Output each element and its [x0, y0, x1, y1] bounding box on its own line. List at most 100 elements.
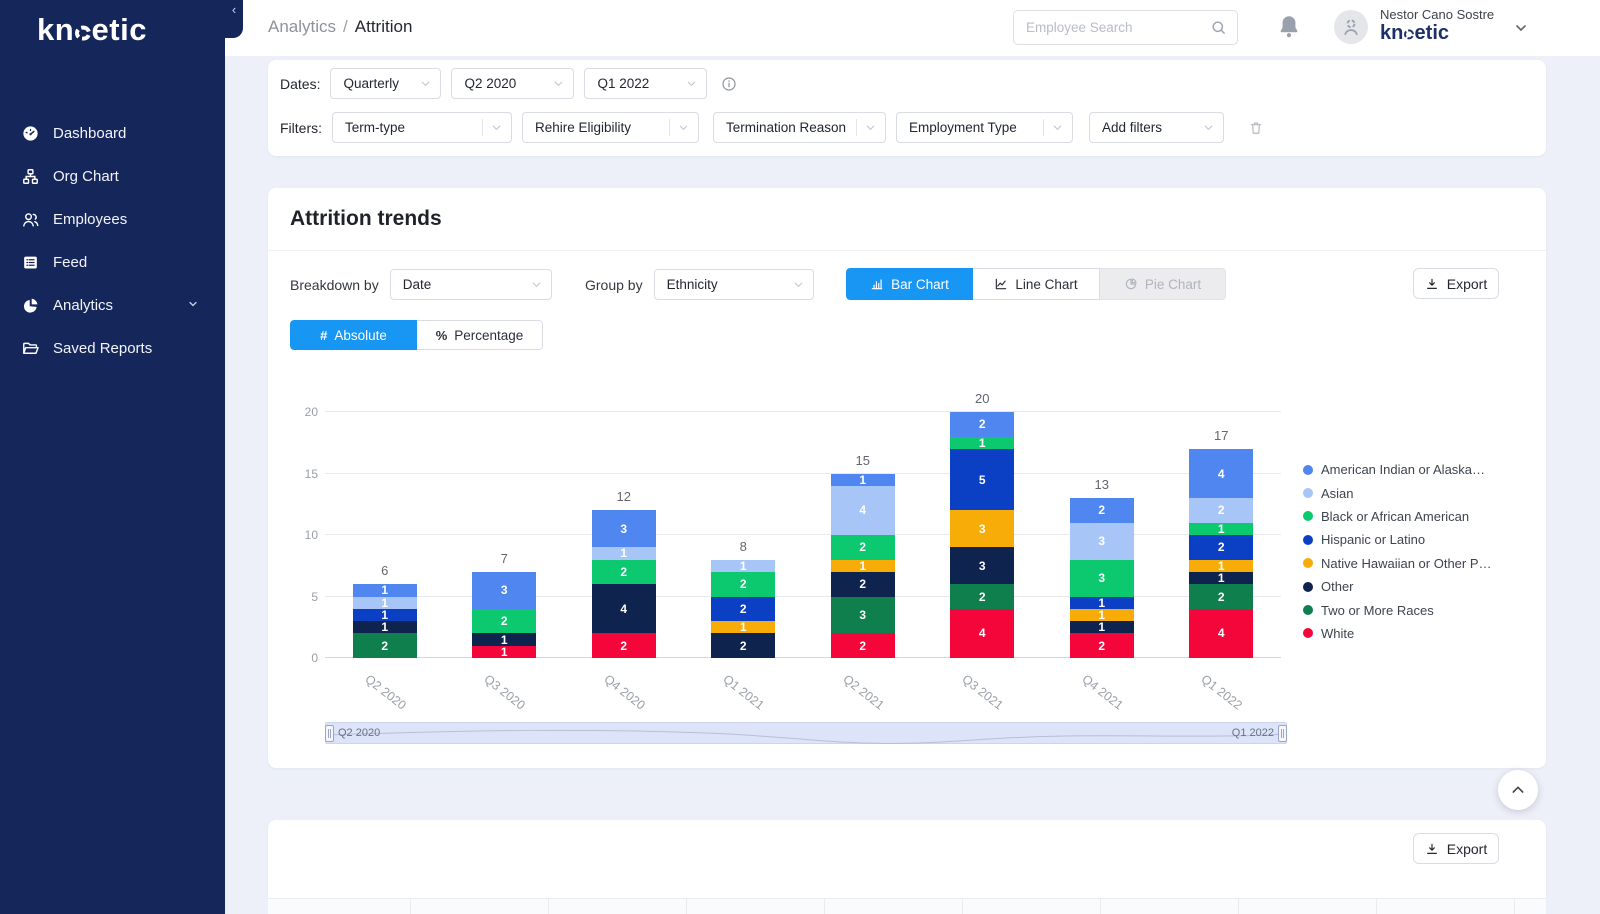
legend-item[interactable]: Black or African American	[1303, 505, 1492, 528]
user-menu[interactable]: Nestor Cano Sostre knetic	[1380, 7, 1494, 44]
sidebar-item-analytics[interactable]: Analytics	[0, 284, 225, 327]
bar-segment[interactable]: 2	[711, 572, 775, 597]
stacked-bar[interactable]: 24213	[592, 510, 656, 658]
bar-segment[interactable]: 2	[831, 572, 895, 597]
bar-segment[interactable]: 2	[831, 535, 895, 560]
legend-item[interactable]: American Indian or Alaska…	[1303, 458, 1492, 481]
sidebar-collapse-button[interactable]: ‹	[225, 0, 243, 38]
y-axis-tick: 5	[311, 590, 318, 604]
legend-item[interactable]: Native Hawaiian or Other P…	[1303, 552, 1492, 575]
bar-segment[interactable]: 5	[950, 449, 1014, 511]
bar-segment[interactable]: 2	[1189, 498, 1253, 523]
avatar[interactable]	[1334, 10, 1368, 44]
bar-segment[interactable]: 1	[472, 646, 536, 658]
legend-item[interactable]: White	[1303, 622, 1492, 645]
bar-segment[interactable]: 1	[831, 474, 895, 486]
bar-segment[interactable]: 1	[831, 560, 895, 572]
bar-segment[interactable]: 1	[1070, 621, 1134, 633]
sidebar-item-saved-reports[interactable]: Saved Reports	[0, 327, 225, 370]
legend-item[interactable]: Other	[1303, 575, 1492, 598]
bar-segment[interactable]: 2	[592, 633, 656, 658]
sidebar-item-org-chart[interactable]: Org Chart	[0, 155, 225, 198]
bar-segment[interactable]: 4	[1189, 449, 1253, 498]
bar-segment[interactable]: 3	[472, 572, 536, 609]
bar-total-label: 15	[831, 453, 895, 468]
logo-o-icon	[75, 25, 91, 41]
export-icon	[1425, 842, 1439, 856]
pie-icon	[21, 296, 40, 315]
notifications-button[interactable]	[1275, 13, 1303, 43]
bar-segment[interactable]: 2	[1070, 498, 1134, 523]
stacked-bar[interactable]: 21221	[711, 560, 775, 658]
bar-segment[interactable]: 2	[711, 597, 775, 622]
bar-segment[interactable]: 4	[1189, 609, 1253, 658]
bar-segment[interactable]: 2	[472, 609, 536, 634]
bar-segment[interactable]: 2	[711, 633, 775, 658]
employee-search[interactable]	[1013, 10, 1238, 45]
bar-segment[interactable]: 1	[1070, 597, 1134, 609]
bar-segment[interactable]: 1	[950, 437, 1014, 449]
bar-segment[interactable]: 1	[353, 621, 417, 633]
export-button-bottom[interactable]: Export	[1413, 833, 1499, 864]
sidebar-item-label: Feed	[53, 254, 87, 271]
bar-segment[interactable]: 4	[592, 584, 656, 633]
bar-segment[interactable]: 2	[1189, 584, 1253, 609]
legend-item[interactable]: Asian	[1303, 481, 1492, 504]
sidebar-item-dashboard[interactable]: Dashboard	[0, 112, 225, 155]
bar-segment[interactable]: 1	[711, 621, 775, 633]
sidebar-item-employees[interactable]: Employees	[0, 198, 225, 241]
navigator-right-handle[interactable]	[1278, 725, 1287, 742]
legend-label: Black or African American	[1321, 509, 1469, 524]
stacked-bar[interactable]: 4233512	[950, 412, 1014, 658]
table-header-cell	[1515, 899, 1546, 914]
stacked-bar[interactable]: 2111332	[1070, 498, 1134, 658]
bar-segment[interactable]: 1	[353, 597, 417, 609]
bar-segment[interactable]: 1	[353, 609, 417, 621]
bar-segment[interactable]: 1	[1189, 523, 1253, 535]
stacked-bar[interactable]: 1123	[472, 572, 536, 658]
bar-segment[interactable]: 1	[353, 584, 417, 596]
sidebar-item-label: Analytics	[53, 297, 113, 314]
export-button[interactable]: Export	[1413, 268, 1499, 299]
breadcrumb-analytics[interactable]: Analytics	[268, 17, 336, 36]
navigator-to-label: Q1 2022	[1232, 727, 1274, 739]
table-header-cell	[687, 899, 825, 914]
bar-segment[interactable]: 2	[1070, 633, 1134, 658]
bar-segment[interactable]: 3	[831, 597, 895, 634]
bar-segment[interactable]: 2	[592, 560, 656, 585]
bar-segment[interactable]: 1	[592, 547, 656, 559]
bar-segment[interactable]: 4	[950, 609, 1014, 658]
stacked-bar[interactable]: 2321241	[831, 474, 895, 658]
bar-segment[interactable]: 3	[950, 510, 1014, 547]
range-navigator[interactable]: Q2 2020 Q1 2022	[325, 722, 1287, 744]
bar-total-label: 8	[711, 539, 775, 554]
stacked-bar[interactable]: 21111	[353, 584, 417, 658]
bar-segment[interactable]: 4	[831, 486, 895, 535]
legend-item[interactable]: Two or More Races	[1303, 598, 1492, 621]
bar-segment[interactable]: 2	[950, 584, 1014, 609]
sidebar-item-feed[interactable]: Feed	[0, 241, 225, 284]
scroll-to-top-button[interactable]	[1498, 770, 1538, 810]
legend-item[interactable]: Hispanic or Latino	[1303, 528, 1492, 551]
bar-segment[interactable]: 2	[950, 412, 1014, 437]
bar-segment[interactable]: 3	[950, 547, 1014, 584]
bar-segment[interactable]: 3	[1070, 560, 1134, 597]
navigator-left-handle[interactable]	[325, 725, 334, 742]
bar-segment[interactable]: 2	[353, 633, 417, 658]
bar-segment[interactable]: 1	[1189, 560, 1253, 572]
bar-segment[interactable]: 1	[1189, 572, 1253, 584]
legend-dot-icon	[1303, 465, 1313, 475]
bar-segment[interactable]: 1	[472, 633, 536, 645]
search-input[interactable]	[1026, 20, 1210, 35]
bar-segment[interactable]: 3	[592, 510, 656, 547]
bar-segment[interactable]: 1	[1070, 609, 1134, 621]
y-axis-tick: 10	[305, 528, 318, 542]
bar-segment[interactable]: 2	[831, 633, 895, 658]
user-menu-chevron[interactable]	[1513, 20, 1529, 36]
bar-segment[interactable]: 1	[711, 560, 775, 572]
bar-segment[interactable]: 3	[1070, 523, 1134, 560]
legend-label: Native Hawaiian or Other P…	[1321, 556, 1492, 571]
feed-icon	[21, 253, 40, 272]
bar-segment[interactable]: 2	[1189, 535, 1253, 560]
stacked-bar[interactable]: 42112124	[1189, 449, 1253, 658]
